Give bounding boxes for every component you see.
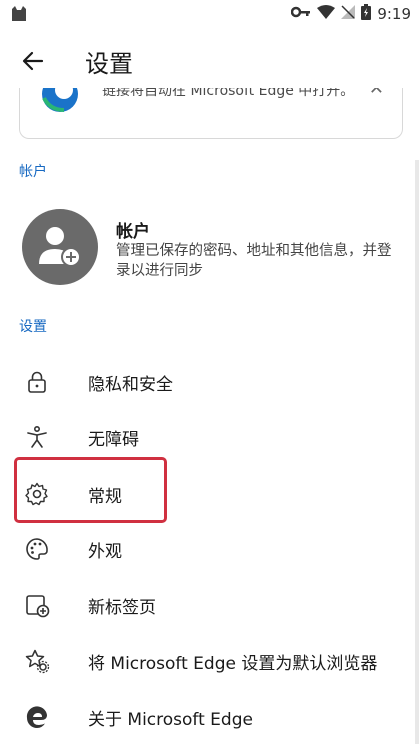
settings-item-label: 无障碍 [88, 430, 139, 450]
add-person-icon [39, 227, 81, 267]
vpn-key-icon [291, 5, 311, 23]
page-title: 设置 [85, 50, 133, 78]
settings-item-label: 隐私和安全 [88, 375, 173, 395]
account-description: 管理已保存的密码、地址和其他信息，并登录以进行同步 [116, 243, 392, 279]
account-title: 帐户 [116, 222, 150, 242]
section-header-settings: 设置 [19, 319, 47, 335]
settings-item-label: 将 Microsoft Edge 设置为默认浏览器 [88, 654, 378, 674]
back-button[interactable] [20, 48, 46, 74]
settings-item-privacy[interactable]: 隐私和安全 [0, 358, 415, 406]
scrollbar[interactable] [415, 160, 419, 744]
settings-item-new-tab[interactable]: 新标签页 [0, 581, 415, 629]
highlight-box [14, 457, 167, 523]
card-text: 链接将自动在 Microsoft Edge 中打开。 [102, 88, 355, 99]
star-gear-icon [24, 648, 50, 674]
settings-item-accessibility[interactable]: 无障碍 [0, 413, 415, 461]
accessibility-icon [24, 424, 50, 450]
new-tab-icon [24, 592, 50, 618]
settings-item-label: 外观 [88, 542, 122, 562]
settings-item-appearance[interactable]: 外观 [0, 525, 415, 573]
status-bar: 9:19 [0, 0, 419, 30]
edge-logo-icon [40, 88, 80, 118]
app-notification-icon [10, 5, 28, 27]
palette-icon [24, 536, 50, 562]
avatar [22, 209, 98, 285]
wifi-icon [317, 5, 336, 23]
settings-item-label: 关于 Microsoft Edge [88, 710, 253, 730]
settings-item-about[interactable]: 关于 Microsoft Edge [0, 693, 415, 741]
default-browser-card[interactable]: 链接将自动在 Microsoft Edge 中打开。 ✕ [19, 88, 403, 139]
settings-item-default-browser[interactable]: 将 Microsoft Edge 设置为默认浏览器 [0, 637, 415, 685]
settings-item-label: 新标签页 [88, 598, 156, 618]
arrow-left-icon [22, 51, 44, 71]
lock-icon [24, 369, 50, 395]
battery-icon [361, 4, 372, 24]
app-bar: 设置 [0, 30, 419, 90]
account-row[interactable]: 帐户 管理已保存的密码、地址和其他信息，并登录以进行同步 [22, 209, 402, 287]
status-time: 9:19 [377, 5, 411, 23]
edge-icon [24, 704, 50, 730]
section-header-account: 帐户 [19, 164, 47, 180]
close-icon[interactable]: ✕ [369, 88, 384, 99]
no-signal-icon [341, 5, 356, 23]
